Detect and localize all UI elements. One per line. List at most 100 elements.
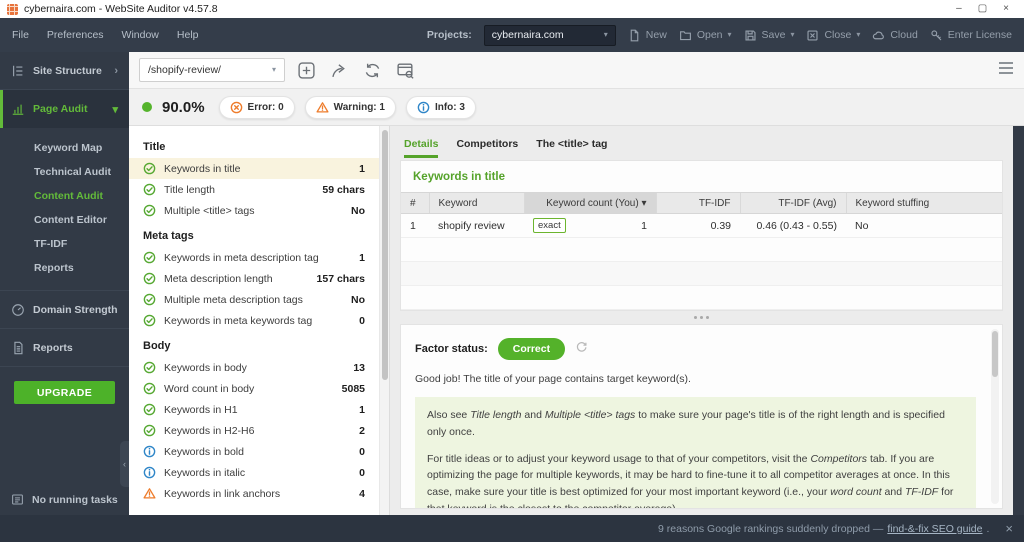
sidebar-item-site-structure[interactable]: Site Structure › (0, 52, 129, 90)
open-project-button[interactable]: Open ▾ (679, 29, 732, 42)
sidebar-item-domain-strength[interactable]: Domain Strength (0, 291, 129, 329)
menu-help[interactable]: Help (177, 29, 199, 41)
recheck-factor-button[interactable] (575, 340, 588, 358)
factor-row[interactable]: Keywords in bold 0 (129, 441, 379, 462)
check-circle-icon (143, 382, 156, 395)
minimize-button[interactable]: – (956, 4, 962, 14)
panel-splitter-handle[interactable] (400, 311, 1003, 324)
sidebar-item-content-editor[interactable]: Content Editor (0, 208, 129, 232)
maximize-button[interactable]: ▢ (978, 4, 987, 14)
factor-row[interactable]: Multiple meta description tags No (129, 289, 379, 310)
add-page-button[interactable] (294, 58, 318, 82)
page-search-icon (396, 62, 414, 79)
factor-row[interactable]: Keywords in title 1 (129, 158, 379, 179)
factor-row[interactable]: Title length 59 chars (129, 179, 379, 200)
col-num[interactable]: # (401, 192, 429, 214)
sidebar-item-reports[interactable]: Reports (0, 256, 129, 280)
factor-row[interactable]: Word count in body 5085 (129, 378, 379, 399)
factor-row[interactable]: Keywords in link anchors 4 (129, 483, 379, 504)
sidebar-item-tf-idf[interactable]: TF-IDF (0, 232, 129, 256)
col-keyword[interactable]: Keyword (428, 192, 524, 214)
hamburger-icon (999, 61, 1013, 74)
title-bar: cybernaira.com - WebSite Auditor v4.57.8… (0, 0, 1024, 18)
cloud-icon (873, 31, 885, 39)
col-tfidf-avg[interactable]: TF-IDF (Avg) (739, 192, 846, 214)
empty-table-row (401, 285, 1002, 310)
factor-row[interactable]: Keywords in body 13 (129, 357, 379, 378)
exact-match-badge: exact (533, 218, 566, 233)
factor-section-header: Meta tags (143, 230, 194, 242)
col-keyword-stuffing[interactable]: Keyword stuffing (845, 192, 1002, 214)
project-select[interactable]: cybernaira.com ▾ (483, 24, 616, 46)
chevron-down-icon: ▾ (856, 30, 861, 39)
workspace-menu-button[interactable] (998, 61, 1014, 80)
tab-title-tag[interactable]: The <title> tag (536, 138, 607, 158)
score-bar: 90.0% Error: 0 Warning: 1 Info: 3 (129, 89, 1024, 126)
scrollbar-thumb[interactable] (992, 331, 998, 377)
factor-label: Keywords in italic (164, 466, 246, 479)
factor-value: 1 (359, 403, 365, 416)
sidebar-item-content-audit[interactable]: Content Audit (0, 184, 129, 208)
close-project-button[interactable]: Close ▾ (806, 29, 860, 42)
error-count-badge[interactable]: Error: 0 (218, 95, 295, 119)
sidebar-collapse-handle[interactable]: ‹ (120, 441, 129, 487)
new-project-button[interactable]: New (628, 29, 667, 42)
check-circle-icon (143, 183, 156, 196)
check-circle-icon (143, 314, 156, 327)
plus-square-icon (297, 61, 315, 79)
check-circle-icon (143, 361, 156, 374)
scrollbar-thumb[interactable] (382, 130, 388, 380)
keywords-table-card: Keywords in title # Keyword Keyword coun… (400, 160, 1003, 311)
sidebar-item-page-audit[interactable]: Page Audit ▾ (0, 90, 129, 128)
submit-page-button[interactable] (327, 58, 351, 82)
factor-row[interactable]: Keywords in meta keywords tag 0 (129, 310, 379, 331)
cloud-button[interactable]: Cloud (872, 29, 918, 42)
page-url-select[interactable]: /shopify-review/ ▾ (139, 58, 285, 82)
running-tasks-status[interactable]: No running tasks (0, 484, 129, 515)
stuffing-value: No (846, 213, 1002, 238)
upgrade-button[interactable]: UPGRADE (14, 381, 115, 404)
factor-value: 0 (359, 445, 365, 458)
info-circle-icon (143, 466, 156, 479)
error-icon (230, 101, 243, 114)
factor-row[interactable]: Meta description length 157 chars (129, 268, 379, 289)
factor-row[interactable]: Keywords in italic 0 (129, 462, 379, 483)
factor-value: No (351, 293, 365, 306)
col-keyword-count[interactable]: Keyword count (You) ▾ (523, 192, 656, 214)
factor-label: Keywords in H1 (164, 403, 238, 416)
keywords-table: # Keyword Keyword count (You) ▾ TF-IDF T… (401, 192, 1002, 310)
sidebar-item-keyword-map[interactable]: Keyword Map (0, 136, 129, 160)
refresh-icon (365, 63, 379, 77)
menu-preferences[interactable]: Preferences (47, 29, 104, 41)
warning-count-badge[interactable]: Warning: 1 (304, 95, 396, 119)
rebuild-page-button[interactable] (360, 58, 384, 82)
promo-link[interactable]: find-&-fix SEO guide (887, 523, 982, 535)
factors-scrollbar[interactable] (379, 126, 389, 515)
enter-license-button[interactable]: Enter License (930, 29, 1012, 42)
chevron-down-icon: ▾ (271, 65, 276, 74)
table-row[interactable]: 1 shopify review exact 1 0.39 0.46 (0.43 … (401, 213, 1002, 238)
tab-competitors[interactable]: Competitors (456, 138, 518, 158)
close-window-button[interactable]: × (1003, 4, 1009, 14)
menu-file[interactable]: File (12, 29, 29, 41)
sidebar-item-reports[interactable]: Reports (0, 329, 129, 367)
chevron-down-icon: ▾ (603, 30, 608, 39)
col-tfidf[interactable]: TF-IDF (655, 192, 740, 214)
close-promo-icon[interactable]: × (1005, 521, 1013, 536)
chevron-down-icon: ▾ (112, 103, 118, 116)
factor-row[interactable]: Multiple <title> tags No (129, 200, 379, 221)
factor-row[interactable]: Keywords in meta description tag 1 (129, 247, 379, 268)
sidebar-item-technical-audit[interactable]: Technical Audit (0, 160, 129, 184)
fetch-page-button[interactable] (393, 58, 417, 82)
save-project-button[interactable]: Save ▾ (744, 29, 794, 42)
optimization-score: 90.0% (162, 98, 205, 116)
menu-window[interactable]: Window (122, 29, 159, 41)
details-scrollbar[interactable] (991, 329, 999, 504)
factor-value: 4 (359, 487, 365, 500)
factor-status-badge: Correct (497, 338, 566, 360)
empty-table-row (401, 237, 1002, 262)
factor-row[interactable]: Keywords in H1 1 (129, 399, 379, 420)
factor-row[interactable]: Keywords in H2-H6 2 (129, 420, 379, 441)
tab-details[interactable]: Details (404, 138, 439, 158)
info-count-badge[interactable]: Info: 3 (405, 95, 476, 119)
